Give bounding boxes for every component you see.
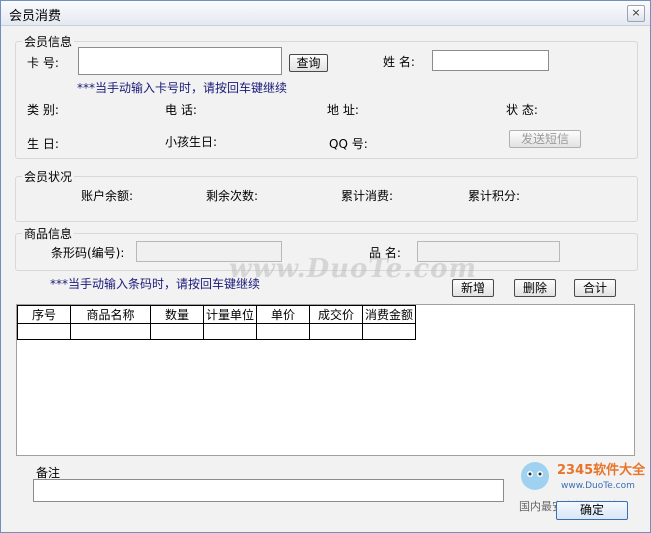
- add-button[interactable]: 新增: [452, 279, 494, 297]
- confirm-button[interactable]: 确定: [556, 501, 628, 520]
- table-header-row: 序号 商品名称 数量 计量单位 单价 成交价 消费金额: [17, 305, 416, 324]
- balance-label: 账户余额:: [81, 189, 134, 203]
- barcode-label: 条形码(编号):: [51, 246, 125, 260]
- table-cell[interactable]: [362, 323, 416, 340]
- column-header[interactable]: 成交价: [309, 305, 363, 324]
- card-number-label: 卡 号:: [27, 56, 59, 70]
- close-button[interactable]: ×: [627, 5, 645, 22]
- table-cell[interactable]: [150, 323, 204, 340]
- logo-site: www.DuoTe.com: [561, 481, 635, 491]
- status-label: 状 态:: [506, 103, 538, 117]
- watermark: www.DuoTe.com: [229, 254, 478, 284]
- table-cell[interactable]: [70, 323, 151, 340]
- query-button[interactable]: 查询: [289, 54, 328, 72]
- member-status-group-label: 会员状况: [22, 168, 75, 185]
- table-cell[interactable]: [203, 323, 257, 340]
- remarks-input[interactable]: [33, 479, 504, 502]
- column-header[interactable]: 商品名称: [70, 305, 151, 324]
- items-grid[interactable]: 序号 商品名称 数量 计量单位 单价 成交价 消费金额: [16, 304, 635, 456]
- total-spend-label: 累计消费:: [341, 189, 394, 203]
- logo-brand: 2345软件大全: [557, 462, 646, 478]
- member-consumption-window: 会员消费 × 会员信息 卡 号: 查询 姓 名: ***当手动输入卡号时，请按回…: [0, 0, 651, 533]
- window-title: 会员消费: [9, 9, 62, 24]
- total-button[interactable]: 合计: [574, 279, 616, 297]
- column-header[interactable]: 单价: [256, 305, 310, 324]
- column-header[interactable]: 计量单位: [203, 305, 257, 324]
- remaining-times-label: 剩余次数:: [206, 189, 259, 203]
- address-label: 地 址:: [327, 103, 359, 117]
- send-sms-button[interactable]: 发送短信: [509, 130, 581, 148]
- product-info-group-label: 商品信息: [22, 225, 75, 242]
- column-header[interactable]: 消费金额: [362, 305, 416, 324]
- birthday-label: 生 日:: [27, 137, 59, 151]
- table-row[interactable]: [17, 323, 416, 340]
- table-cell[interactable]: [309, 323, 363, 340]
- category-label: 类 别:: [27, 103, 59, 117]
- card-hint: ***当手动输入卡号时，请按回车键继续: [77, 81, 288, 95]
- mascot-icon: [521, 462, 549, 490]
- total-points-label: 累计积分:: [468, 189, 521, 203]
- title-bar[interactable]: 会员消费 ×: [1, 1, 650, 26]
- name-input[interactable]: [432, 50, 549, 71]
- items-table: 序号 商品名称 数量 计量单位 单价 成交价 消费金额: [17, 305, 416, 340]
- phone-label: 电 话:: [165, 103, 197, 117]
- table-cell[interactable]: [256, 323, 310, 340]
- close-icon: ×: [631, 6, 641, 19]
- column-header[interactable]: 数量: [150, 305, 204, 324]
- card-number-input[interactable]: [78, 47, 282, 75]
- qq-label: QQ 号:: [329, 137, 368, 151]
- barcode-hint: ***当手动输入条码时，请按回车键继续: [50, 277, 261, 291]
- child-birthday-label: 小孩生日:: [165, 135, 218, 149]
- delete-button[interactable]: 删除: [514, 279, 556, 297]
- member-info-group-label: 会员信息: [22, 33, 75, 50]
- table-cell[interactable]: [17, 323, 71, 340]
- name-label: 姓 名:: [383, 55, 415, 69]
- column-header[interactable]: 序号: [17, 305, 71, 324]
